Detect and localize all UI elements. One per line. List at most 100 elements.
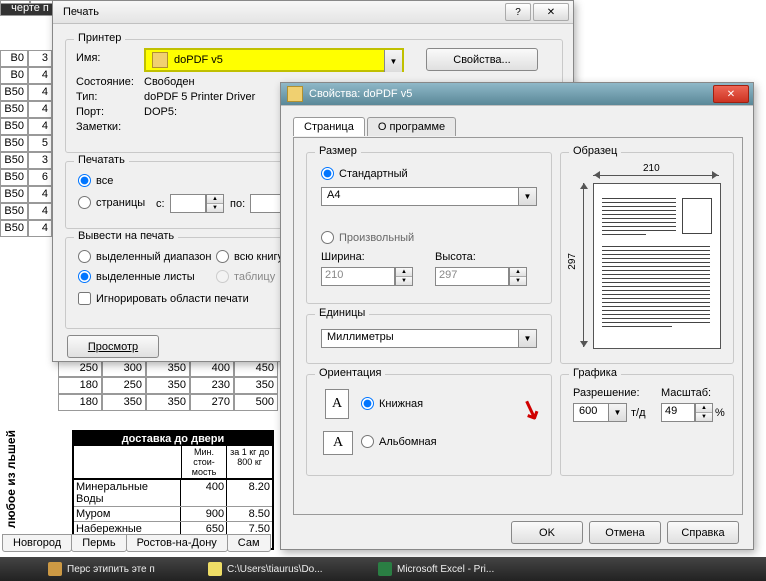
opt-all[interactable]: все — [78, 174, 113, 187]
excel-icon — [378, 562, 392, 576]
cell: 6 — [28, 169, 52, 186]
props-tabs: Страница О программе — [293, 117, 458, 136]
help-button[interactable]: ? — [505, 3, 531, 21]
units-group: Единицы Миллиметры ▼ — [306, 314, 552, 364]
dropdown-arrow-icon: ▼ — [608, 404, 626, 421]
scale-spin[interactable]: ▲▼ — [695, 403, 713, 422]
opt-ignore[interactable]: Игнорировать области печати — [78, 292, 249, 305]
from-spin[interactable]: ▲▼ — [206, 194, 224, 213]
cell: 4 — [28, 67, 52, 84]
cell: 900 — [181, 507, 227, 521]
cell: 500 — [234, 394, 278, 411]
orient-legend: Ориентация — [315, 367, 385, 379]
width-label: Ширина: — [321, 251, 365, 263]
opt-portrait[interactable]: Книжная — [361, 397, 423, 410]
cell: 3 — [28, 50, 52, 67]
page-preview — [593, 183, 721, 349]
cell: Муром — [74, 507, 181, 521]
output-legend: Вывести на печать — [74, 230, 178, 242]
opt-sheets[interactable]: выделенные листы — [78, 270, 195, 283]
taskbar: Перс этипить эте п C:\Users\tiaurus\Do..… — [0, 557, 766, 581]
tab-about[interactable]: О программе — [367, 117, 456, 136]
cell: B0 — [0, 50, 28, 67]
close-button[interactable]: ✕ — [713, 85, 749, 103]
sheet-tab[interactable]: Пермь — [71, 534, 126, 552]
preview-button[interactable]: Просмотр — [67, 335, 159, 358]
print-range-legend: Печатать — [74, 154, 129, 166]
task-item[interactable]: Microsoft Excel - Pri... — [370, 559, 502, 579]
printer-name: doPDF v5 — [174, 54, 223, 66]
cell: 5 — [28, 135, 52, 152]
cell: 400 — [190, 360, 234, 377]
cell: 180 — [58, 394, 102, 411]
cell: 180 — [58, 377, 102, 394]
cell: B50 — [0, 152, 28, 169]
opt-range[interactable]: выделенный диапазон — [78, 250, 211, 263]
delivery-table: доставка до двери Мин. стои- мость за 1 … — [72, 430, 274, 550]
cell: B50 — [0, 101, 28, 118]
lower-grid: 250 300 350 400 450 180 250 350 230 350 … — [58, 360, 278, 411]
size-group: Размер Стандартный A4 ▼ Произвольный Шир… — [306, 152, 552, 304]
cell: 350 — [146, 360, 190, 377]
cell: 4 — [28, 118, 52, 135]
cell: B50 — [0, 135, 28, 152]
opt-landscape[interactable]: Альбомная — [361, 435, 437, 448]
scale-unit: % — [715, 407, 725, 419]
task-item[interactable]: C:\Users\tiaurus\Do... — [200, 559, 331, 579]
sheet-tab[interactable]: Сам — [227, 534, 271, 552]
help-button[interactable]: Справка — [667, 521, 739, 544]
scale-input[interactable]: 49 — [661, 403, 695, 422]
opt-book[interactable]: всю книгу — [216, 250, 283, 263]
cell: 250 — [58, 360, 102, 377]
tab-page[interactable]: Страница — [293, 117, 365, 136]
units-select[interactable]: Миллиметры ▼ — [321, 329, 537, 348]
from-input[interactable] — [170, 194, 206, 213]
dropdown-arrow-icon: ▼ — [384, 50, 402, 72]
tab-panel: Размер Стандартный A4 ▼ Произвольный Шир… — [293, 137, 743, 515]
graphics-legend: Графика — [569, 367, 621, 379]
opt-custom[interactable]: Произвольный — [321, 231, 414, 244]
width-input[interactable]: 210 — [321, 267, 395, 286]
preview-w: 210 — [643, 163, 660, 174]
output-group: Вывести на печать выделенный диапазон вс… — [65, 237, 297, 329]
cell: 4 — [28, 101, 52, 118]
opt-pages[interactable]: страницы — [78, 196, 145, 209]
size-legend: Размер — [315, 145, 361, 157]
from-label: с: — [156, 198, 165, 210]
task-item[interactable]: Перс этипить эте п — [40, 559, 163, 579]
ruler-left — [583, 183, 584, 347]
width-spin[interactable]: ▲▼ — [395, 267, 413, 286]
cell: 400 — [181, 480, 227, 506]
print-title: Печать — [57, 6, 503, 18]
sheet-tab[interactable]: Ростов-на-Дону — [126, 534, 228, 552]
printer-group-legend: Принтер — [74, 32, 125, 44]
cancel-button[interactable]: Отмена — [589, 521, 661, 544]
height-input[interactable]: 297 — [435, 267, 509, 286]
portrait-icon: A — [325, 389, 349, 419]
port-value: DOP5: — [144, 106, 177, 118]
cell: B50 — [0, 169, 28, 186]
cell: 350 — [234, 377, 278, 394]
height-spin[interactable]: ▲▼ — [509, 267, 527, 286]
cell: 300 — [102, 360, 146, 377]
status-label: Состояние: — [76, 76, 134, 88]
printer-name-select[interactable]: doPDF v5 ▼ — [144, 48, 404, 72]
cell: 350 — [146, 377, 190, 394]
properties-button[interactable]: Свойства... — [426, 48, 538, 71]
cell: 8.50 — [227, 507, 272, 521]
opt-standard[interactable]: Стандартный — [321, 167, 408, 180]
units-value: Миллиметры — [325, 331, 394, 343]
cell: 450 — [234, 360, 278, 377]
res-select[interactable]: 600 ▼ — [573, 403, 627, 422]
notes-label: Заметки: — [76, 121, 121, 133]
preview-h: 297 — [567, 253, 578, 270]
cell: 4 — [28, 220, 52, 237]
type-value: doPDF 5 Printer Driver — [144, 91, 255, 103]
name-label: Имя: — [76, 52, 100, 64]
ok-button[interactable]: OK — [511, 521, 583, 544]
sheet-tab[interactable]: Новгород — [2, 534, 72, 552]
res-value: 600 — [577, 405, 597, 417]
size-select[interactable]: A4 ▼ — [321, 187, 537, 206]
to-label: по: — [230, 198, 245, 210]
close-button[interactable]: ✕ — [533, 3, 569, 21]
